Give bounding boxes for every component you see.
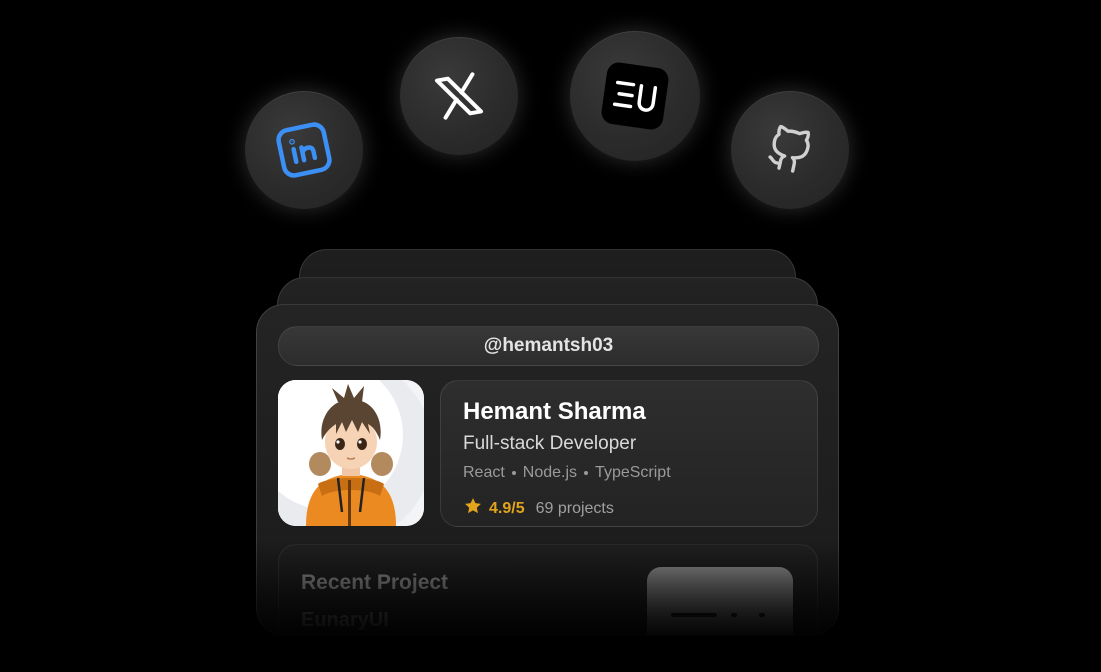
avatar-boy-illustration [278, 380, 424, 526]
skills-list: React Node.js TypeScript [463, 464, 671, 482]
github-icon [762, 122, 818, 178]
profile-info: Hemant Sharma Full-stack Developer React… [440, 380, 818, 527]
x-icon [430, 67, 488, 125]
recent-project-thumbnail [647, 567, 793, 635]
recent-project[interactable]: Recent Project EunaryUI [278, 544, 818, 635]
thumbnail-logo-mark [759, 613, 765, 617]
thumbnail-logo-mark [731, 613, 737, 617]
rating-row: 4.9/5 69 projects [463, 496, 614, 521]
separator-dot [511, 471, 516, 475]
profile-stage: @hemantsh03 Hemant Sharma Full-stack Dev… [0, 0, 1101, 672]
profile-card: @hemantsh03 Hemant Sharma Full-stack Dev… [256, 304, 839, 636]
profile-name: Hemant Sharma [463, 398, 646, 425]
avatar [278, 380, 424, 526]
handle-text: @hemantsh03 [483, 335, 614, 356]
linkedin-link[interactable] [245, 91, 363, 209]
separator-dot [584, 471, 589, 475]
x-link[interactable] [400, 37, 518, 155]
linkedin-icon [276, 122, 332, 178]
profile-role: Full-stack Developer [463, 433, 637, 454]
thumbnail-logo-mark [671, 613, 717, 617]
star-icon [463, 496, 483, 521]
skill-item: TypeScript [595, 464, 671, 481]
eu-logo-icon [600, 61, 670, 131]
eu-link[interactable] [570, 31, 700, 161]
skill-item: Node.js [522, 464, 578, 481]
recent-project-name: EunaryUI [301, 609, 389, 631]
rating-value: 4.9/5 [489, 499, 525, 517]
projects-count: 69 projects [535, 499, 614, 517]
recent-project-title: Recent Project [301, 571, 449, 594]
handle-pill[interactable]: @hemantsh03 [278, 326, 819, 366]
skill-item: React [463, 464, 505, 481]
github-link[interactable] [731, 91, 849, 209]
